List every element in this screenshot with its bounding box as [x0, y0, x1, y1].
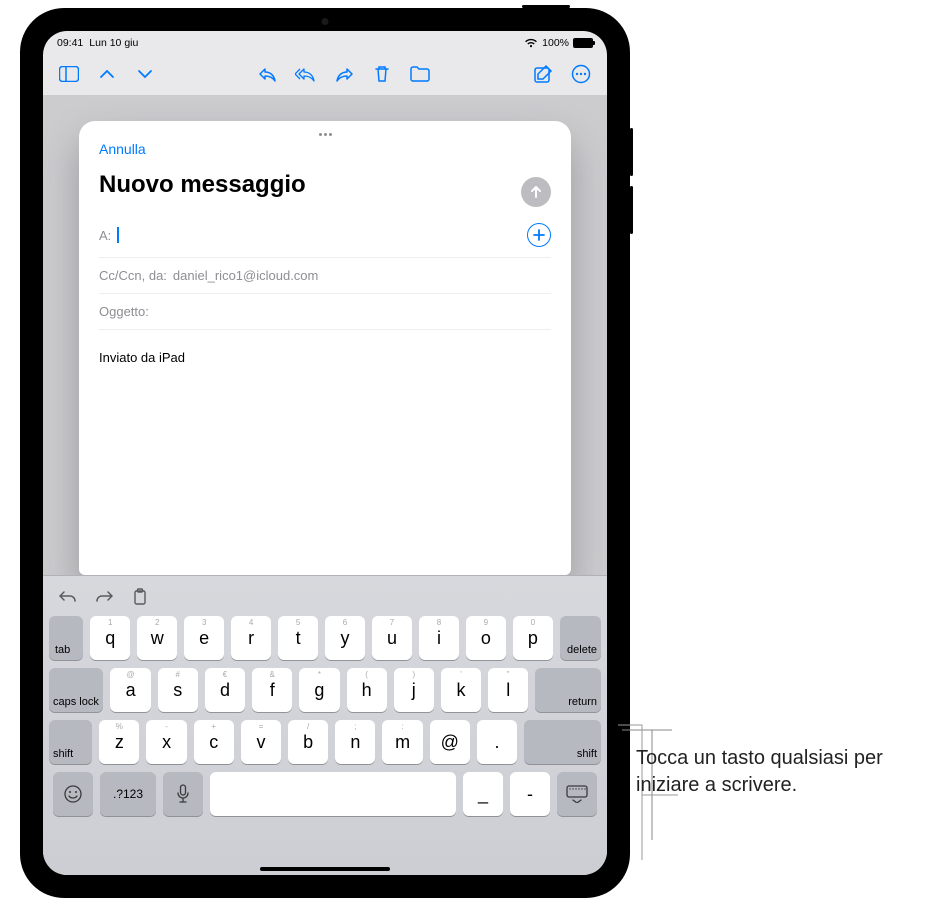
- key-p[interactable]: 0p: [513, 616, 553, 660]
- key-x[interactable]: -x: [146, 720, 186, 764]
- onscreen-keyboard: tab 1q 2w 3e 4r 5t 6y 7u 8i 9o 0p delete…: [43, 575, 607, 875]
- key-i[interactable]: 8i: [419, 616, 459, 660]
- forward-icon[interactable]: [328, 58, 360, 90]
- key-d[interactable]: €d: [205, 668, 245, 712]
- battery-percent: 100%: [542, 37, 569, 49]
- key-return[interactable]: return: [535, 668, 601, 712]
- arrow-up-icon: [528, 184, 544, 200]
- redo-icon[interactable]: [93, 586, 115, 608]
- dismiss-keyboard-icon: [566, 785, 588, 803]
- compose-icon[interactable]: [527, 58, 559, 90]
- reply-icon[interactable]: [252, 58, 284, 90]
- key-b[interactable]: /b: [288, 720, 328, 764]
- key-l[interactable]: "l: [488, 668, 528, 712]
- subject-label: Oggetto:: [99, 304, 149, 319]
- cc-bcc-from-field[interactable]: Cc/Ccn, da: daniel_rico1@icloud.com: [99, 258, 551, 294]
- key-period[interactable]: .: [477, 720, 517, 764]
- key-emoji[interactable]: [53, 772, 93, 816]
- clipboard-icon[interactable]: [129, 586, 151, 608]
- wifi-icon: [524, 38, 538, 48]
- to-field[interactable]: A:: [99, 213, 551, 258]
- status-bar: 09:41 Lun 10 giu 100%: [43, 31, 607, 53]
- chevron-up-icon[interactable]: [91, 58, 123, 90]
- screen: 09:41 Lun 10 giu 100%: [43, 31, 607, 875]
- key-dictation[interactable]: [163, 772, 203, 816]
- key-shift-left[interactable]: shift: [49, 720, 92, 764]
- key-at[interactable]: @: [430, 720, 470, 764]
- message-body[interactable]: Inviato da iPad: [99, 330, 551, 385]
- key-space[interactable]: [210, 772, 456, 816]
- key-z[interactable]: %z: [99, 720, 139, 764]
- from-email-value: daniel_rico1@icloud.com: [173, 268, 318, 283]
- plus-icon: [533, 229, 545, 241]
- key-t[interactable]: 5t: [278, 616, 318, 660]
- key-o[interactable]: 9o: [466, 616, 506, 660]
- key-s[interactable]: #s: [158, 668, 198, 712]
- emoji-icon: [63, 784, 83, 804]
- power-button[interactable]: [522, 5, 570, 8]
- volume-up-button[interactable]: [630, 128, 633, 176]
- key-underscore[interactable]: _: [463, 772, 503, 816]
- signature-text: Inviato da iPad: [99, 350, 185, 365]
- key-dash[interactable]: -: [510, 772, 550, 816]
- more-icon[interactable]: [565, 58, 597, 90]
- key-dismiss-keyboard[interactable]: [557, 772, 597, 816]
- folder-icon[interactable]: [404, 58, 436, 90]
- microphone-icon: [176, 784, 190, 804]
- key-e[interactable]: 3e: [184, 616, 224, 660]
- key-g[interactable]: *g: [299, 668, 339, 712]
- chevron-down-icon[interactable]: [129, 58, 161, 90]
- sidebar-toggle-icon[interactable]: [53, 58, 85, 90]
- key-v[interactable]: =v: [241, 720, 281, 764]
- home-indicator[interactable]: [260, 867, 390, 871]
- callout-leader-line: [618, 720, 688, 880]
- key-n[interactable]: ;n: [335, 720, 375, 764]
- key-h[interactable]: (h: [347, 668, 387, 712]
- key-shift-right[interactable]: shift: [524, 720, 601, 764]
- key-numbers[interactable]: .?123: [100, 772, 156, 816]
- key-q[interactable]: 1q: [90, 616, 130, 660]
- compose-title: Nuovo messaggio: [99, 171, 306, 199]
- key-delete[interactable]: delete: [560, 616, 601, 660]
- reply-all-icon[interactable]: [290, 58, 322, 90]
- key-r[interactable]: 4r: [231, 616, 271, 660]
- subject-field[interactable]: Oggetto:: [99, 294, 551, 330]
- text-cursor-icon: [117, 227, 119, 243]
- trash-icon[interactable]: [366, 58, 398, 90]
- callout-text: Tocca un tasto qualsiasi per iniziare a …: [636, 745, 916, 799]
- key-m[interactable]: :m: [382, 720, 422, 764]
- sheet-grabber-more-icon[interactable]: [313, 133, 337, 136]
- front-camera: [322, 18, 329, 25]
- key-f[interactable]: &f: [252, 668, 292, 712]
- battery-icon: [573, 38, 593, 48]
- key-a[interactable]: @a: [110, 668, 150, 712]
- key-y[interactable]: 6y: [325, 616, 365, 660]
- volume-down-button[interactable]: [630, 186, 633, 234]
- status-time: 09:41: [57, 37, 83, 49]
- cc-label: Cc/Ccn, da:: [99, 268, 167, 283]
- key-u[interactable]: 7u: [372, 616, 412, 660]
- mail-toolbar: [43, 53, 607, 95]
- compose-sheet: Annulla Nuovo messaggio A: Cc/Ccn, da: d…: [79, 121, 571, 575]
- add-contact-button[interactable]: [527, 223, 551, 247]
- key-c[interactable]: +c: [194, 720, 234, 764]
- key-caps-lock[interactable]: caps lock: [49, 668, 103, 712]
- to-label: A:: [99, 228, 111, 243]
- status-date: Lun 10 giu: [89, 37, 138, 49]
- key-tab[interactable]: tab: [49, 616, 83, 660]
- key-w[interactable]: 2w: [137, 616, 177, 660]
- key-j[interactable]: )j: [394, 668, 434, 712]
- cancel-button[interactable]: Annulla: [99, 141, 146, 157]
- ipad-device-frame: 09:41 Lun 10 giu 100%: [20, 8, 630, 898]
- key-k[interactable]: 'k: [441, 668, 481, 712]
- undo-icon[interactable]: [57, 586, 79, 608]
- send-button[interactable]: [521, 177, 551, 207]
